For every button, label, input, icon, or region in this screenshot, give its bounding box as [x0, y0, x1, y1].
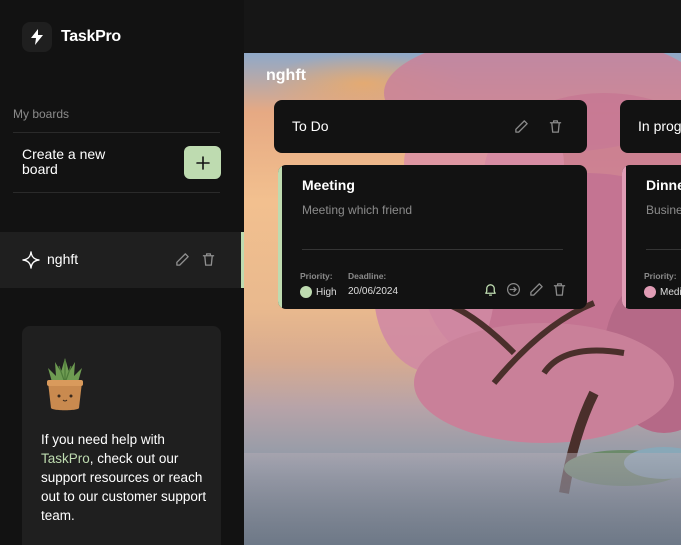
help-text-prefix: If you need help with	[41, 432, 165, 447]
header	[244, 0, 681, 53]
pencil-icon[interactable]	[175, 252, 190, 272]
sidebar-item-board[interactable]: nghft	[0, 232, 241, 288]
task-card[interactable]: Dinner Business Priority: Medium	[622, 165, 681, 309]
help-card: If you need help with TaskPro, check out…	[22, 326, 221, 545]
board-area: nghft To Do In progress Meeting Meeting …	[244, 53, 681, 545]
column-title: In progress	[638, 118, 681, 134]
create-board-button[interactable]	[184, 146, 221, 179]
board-title: nghft	[266, 67, 306, 84]
lightning-icon	[22, 22, 52, 52]
help-brand-link[interactable]: TaskPro	[41, 451, 90, 466]
sidebar: TaskPro My boards Create a new board ngh…	[0, 0, 244, 545]
divider	[13, 132, 220, 133]
cactus-icon	[44, 354, 86, 417]
task-card[interactable]: Meeting Meeting which friend Priority: H…	[278, 165, 587, 309]
divider	[13, 192, 220, 193]
trash-icon[interactable]	[552, 282, 567, 302]
priority-value: High	[300, 286, 337, 298]
priority-stripe	[622, 165, 626, 309]
column-header: In progress	[620, 100, 681, 153]
move-icon[interactable]	[506, 282, 521, 302]
priority-dot	[300, 286, 312, 298]
trash-icon[interactable]	[201, 252, 216, 272]
priority-stripe	[278, 165, 282, 309]
my-boards-label: My boards	[13, 107, 70, 121]
board-name: nghft	[47, 251, 79, 267]
logo[interactable]: TaskPro	[22, 22, 121, 52]
card-description: Business	[646, 203, 681, 217]
divider	[302, 249, 563, 250]
column-header: To Do	[274, 100, 587, 153]
create-board-label: Create a new board	[22, 146, 106, 177]
help-text: If you need help with TaskPro, check out…	[41, 430, 213, 525]
deadline-label: Deadline:	[348, 271, 387, 281]
card-title: Dinner	[646, 177, 681, 193]
pencil-icon[interactable]	[514, 119, 529, 139]
priority-dot	[644, 286, 656, 298]
app-name: TaskPro	[61, 28, 121, 45]
priority-label: Priority:	[300, 271, 333, 281]
card-description: Meeting which friend	[302, 203, 413, 217]
divider	[646, 249, 681, 250]
card-title: Meeting	[302, 177, 355, 193]
column-title: To Do	[292, 118, 329, 134]
plus-icon	[195, 155, 210, 170]
bell-icon[interactable]	[483, 282, 498, 302]
water-reflection	[244, 453, 681, 545]
sparkle-icon	[22, 251, 40, 274]
priority-label: Priority:	[644, 271, 677, 281]
trash-icon[interactable]	[548, 119, 563, 139]
priority-text: High	[316, 286, 337, 298]
pencil-icon[interactable]	[529, 282, 544, 302]
priority-text: Medium	[660, 286, 681, 298]
priority-value: Medium	[644, 286, 681, 298]
deadline-value: 20/06/2024	[348, 286, 399, 297]
